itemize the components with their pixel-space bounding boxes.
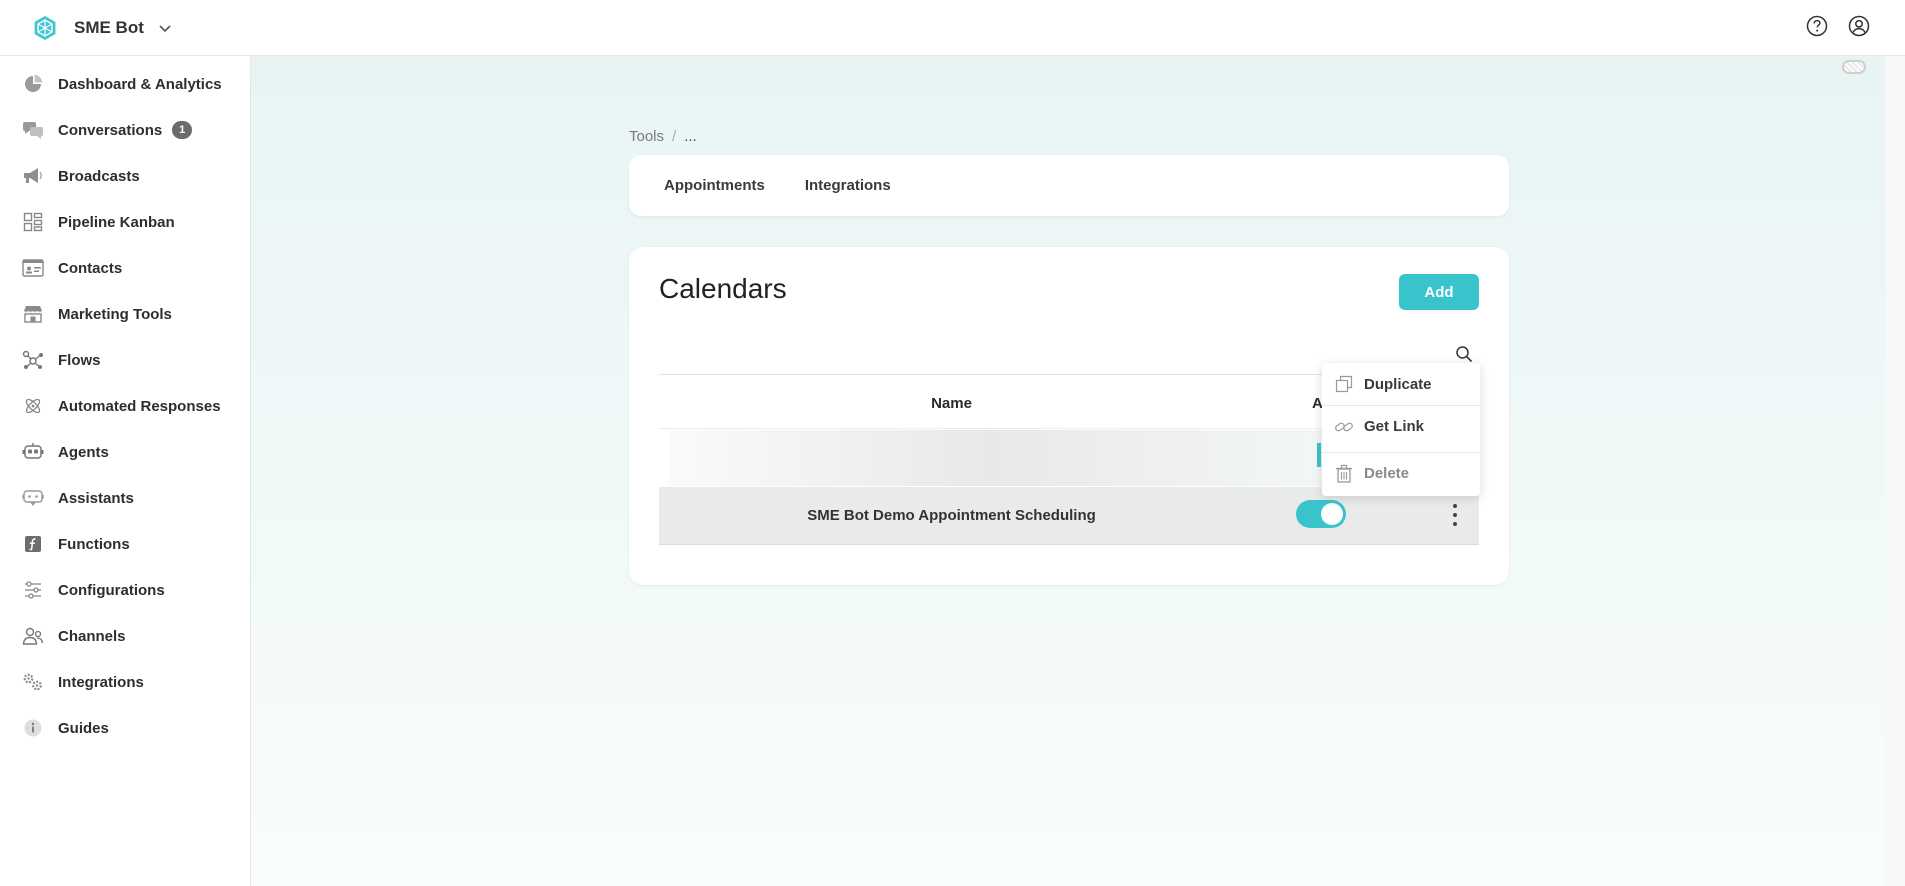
sidebar-item-integrations[interactable]: Integrations <box>0 664 250 700</box>
user-account-icon[interactable] <box>1847 14 1871 38</box>
sidebar-item-functions[interactable]: Functions <box>0 526 250 562</box>
theme-toggle[interactable] <box>1842 60 1866 74</box>
kanban-icon <box>22 211 44 233</box>
channels-users-icon <box>22 625 44 647</box>
breadcrumb: Tools / ... <box>629 128 697 145</box>
top-actions <box>1805 14 1871 38</box>
sidebar-item-label: Functions <box>58 535 130 553</box>
tools-tabs: Appointments Integrations <box>629 155 1509 216</box>
column-header-name[interactable]: Name <box>659 395 1244 412</box>
sidebar-item-guides[interactable]: Guides <box>0 710 250 746</box>
menu-item-duplicate[interactable]: Duplicate <box>1322 363 1480 405</box>
calendar-active-toggle[interactable] <box>1296 500 1346 528</box>
sidebar-item-label: Agents <box>58 443 109 461</box>
row-placeholder-accent <box>1317 443 1321 467</box>
add-calendar-button[interactable]: Add <box>1399 274 1479 310</box>
pie-chart-icon <box>22 73 44 95</box>
trash-icon <box>1334 464 1354 484</box>
sidebar-item-label: Conversations <box>58 121 163 139</box>
sidebar-item-pipeline-kanban[interactable]: Pipeline Kanban <box>0 204 250 240</box>
sidebar-item-agents[interactable]: Agents <box>0 434 250 470</box>
brand-logo-icon <box>34 15 56 40</box>
sidebar-item-label: Flows <box>58 351 101 369</box>
sidebar-item-dashboard-analytics[interactable]: Dashboard & Analytics <box>0 66 250 102</box>
sidebar-item-label: Pipeline Kanban <box>58 213 175 231</box>
chat-bubbles-icon <box>22 119 44 141</box>
megaphone-icon <box>22 165 44 187</box>
info-icon <box>22 717 44 739</box>
calendar-name-cell: SME Bot Demo Appointment Scheduling <box>807 507 1096 524</box>
chevron-down-icon <box>159 24 171 32</box>
breadcrumb-tools-link[interactable]: Tools <box>629 128 664 145</box>
sidebar: Dashboard & Analytics Conversations 1 Br… <box>0 56 251 886</box>
search-icon[interactable] <box>1455 345 1473 363</box>
menu-item-get-link[interactable]: Get Link <box>1322 405 1480 447</box>
sidebar-item-flows[interactable]: Flows <box>0 342 250 378</box>
row-actions-menu: Duplicate Get Link Delete <box>1322 363 1480 496</box>
toggle-knob <box>1321 503 1343 525</box>
duplicate-icon <box>1334 374 1354 394</box>
sidebar-item-channels[interactable]: Channels <box>0 618 250 654</box>
page-title: Calendars <box>659 273 787 304</box>
menu-item-delete[interactable]: Delete <box>1322 452 1480 494</box>
sidebar-item-contacts[interactable]: Contacts <box>0 250 250 286</box>
sidebar-item-label: Assistants <box>58 489 134 507</box>
link-icon <box>1334 417 1354 437</box>
sidebar-item-configurations[interactable]: Configurations <box>0 572 250 608</box>
top-bar: SME Bot <box>0 0 1905 56</box>
sidebar-item-label: Dashboard & Analytics <box>58 75 222 93</box>
gears-icon <box>22 671 44 693</box>
breadcrumb-separator: / <box>672 128 677 145</box>
sidebar-item-assistants[interactable]: Assistants <box>0 480 250 516</box>
workspace-switcher[interactable]: SME Bot <box>32 15 172 41</box>
help-icon[interactable] <box>1805 14 1829 38</box>
sidebar-item-label: Channels <box>58 627 126 645</box>
sidebar-item-label: Configurations <box>58 581 165 599</box>
unread-count-badge: 1 <box>172 121 193 139</box>
atom-icon <box>22 395 44 417</box>
sidebar-item-label: Broadcasts <box>58 167 140 185</box>
page-scrollbar[interactable] <box>1885 56 1905 886</box>
sidebar-item-label: Automated Responses <box>58 397 221 415</box>
sidebar-item-automated-responses[interactable]: Automated Responses <box>0 388 250 424</box>
sidebar-item-marketing-tools[interactable]: Marketing Tools <box>0 296 250 332</box>
sliders-icon <box>22 579 44 601</box>
sidebar-item-label: Contacts <box>58 259 123 277</box>
robot-icon <box>22 441 44 463</box>
flow-nodes-icon <box>22 349 44 371</box>
sidebar-item-broadcasts[interactable]: Broadcasts <box>0 158 250 194</box>
menu-item-label: Duplicate <box>1364 375 1432 393</box>
sidebar-item-label: Integrations <box>58 673 144 691</box>
contact-card-icon <box>22 257 44 279</box>
function-box-icon <box>22 533 44 555</box>
row-more-options-icon[interactable] <box>1447 501 1463 529</box>
menu-item-label: Get Link <box>1364 418 1425 435</box>
sidebar-item-label: Guides <box>58 719 109 737</box>
tab-appointments[interactable]: Appointments <box>664 177 765 194</box>
menu-item-label: Delete <box>1364 465 1410 482</box>
storefront-icon <box>22 303 44 325</box>
sidebar-item-label: Marketing Tools <box>58 305 172 323</box>
tab-integrations[interactable]: Integrations <box>805 177 891 194</box>
brand-name: SME Bot <box>74 17 144 37</box>
breadcrumb-current: ... <box>684 128 697 145</box>
sidebar-item-conversations[interactable]: Conversations 1 <box>0 112 250 148</box>
assistant-bubble-icon <box>22 487 44 509</box>
